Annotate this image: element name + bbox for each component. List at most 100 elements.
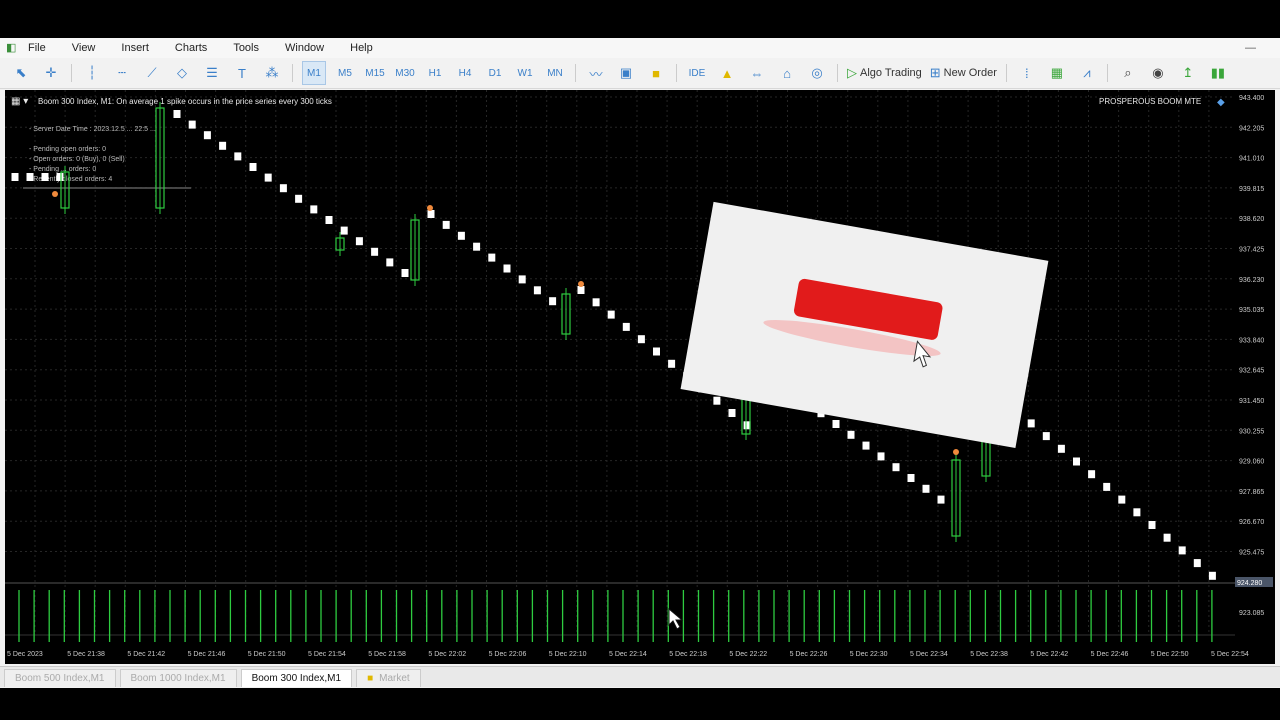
price-chart[interactable]: ▦ ▾ Boom 300 Index, M1: On average 1 spi…	[5, 90, 1275, 664]
price-label: 939.815	[1239, 186, 1264, 193]
horizontal-line-icon[interactable]: ┄	[111, 62, 133, 84]
bear-candle	[249, 163, 257, 171]
timeframe-w1[interactable]: W1	[514, 62, 536, 84]
time-axis: 5 Dec 2023 5 Dec 21:38 5 Dec 21:42 5 Dec 21…	[7, 651, 1249, 658]
vertical-line-icon[interactable]: ┆	[81, 62, 103, 84]
tab-boom-300[interactable]: Boom 300 Index,M1	[240, 669, 353, 687]
menu-insert[interactable]: Insert	[121, 42, 149, 54]
bear-candle	[637, 335, 645, 344]
tab-market[interactable]: ■ Market	[356, 669, 421, 687]
depth-of-market-icon[interactable]: ⁞	[1016, 62, 1038, 84]
price-label: 936.230	[1239, 277, 1264, 284]
menu-help[interactable]: Help	[350, 42, 373, 54]
chart-grid-icon[interactable]: ▦	[1046, 62, 1068, 84]
chart-window[interactable]: ▦ ▾ Boom 300 Index, M1: On average 1 spi…	[5, 90, 1275, 664]
time-label: 5 Dec 22:54	[1211, 651, 1249, 658]
price-label: 935.035	[1239, 307, 1264, 314]
price-label: 943.400	[1239, 95, 1264, 102]
bear-candle	[1133, 508, 1141, 517]
menu-file[interactable]: File	[28, 42, 46, 54]
bear-candle	[386, 258, 394, 267]
price-label: 927.865	[1239, 489, 1264, 496]
volume-axis-label: 923.085	[1239, 610, 1264, 617]
time-label: 5 Dec 21:58	[368, 651, 406, 658]
lock-icon[interactable]: ▲	[716, 62, 738, 84]
timeframe-m1[interactable]: M1	[302, 61, 326, 85]
bear-candle	[907, 474, 915, 482]
chart-tabs: Boom 500 Index,M1 Boom 1000 Index,M1 Boo…	[0, 666, 1280, 687]
timeframe-m5[interactable]: M5	[334, 62, 356, 84]
algo-trading-button[interactable]: ▷ Algo Trading	[847, 62, 922, 84]
tab-market-label: Market	[379, 673, 410, 684]
tab-boom-500[interactable]: Boom 500 Index,M1	[4, 669, 116, 687]
bear-candle	[549, 297, 557, 306]
indicators-icon[interactable]: 〰	[585, 62, 607, 84]
fibonacci-icon[interactable]: ☰	[201, 62, 223, 84]
home-icon[interactable]: ⌂	[776, 62, 798, 84]
bear-candle	[1208, 571, 1216, 580]
bear-candle	[26, 173, 34, 181]
bear-candle	[41, 173, 49, 181]
search-icon[interactable]: ⌕	[1117, 62, 1139, 84]
chart-header-title: Boom 300 Index, M1: On average 1 spike o…	[38, 97, 332, 106]
shapes-icon[interactable]: ⁂	[261, 62, 283, 84]
bear-candle	[355, 237, 363, 246]
time-label: 5 Dec 21:42	[127, 651, 165, 658]
toolbar-separator	[1005, 64, 1007, 82]
timeframe-h1[interactable]: H1	[424, 62, 446, 84]
algo-trading-label: Algo Trading	[860, 67, 922, 79]
time-label: 5 Dec 22:18	[669, 651, 707, 658]
toolbar: ⬉ ✛ ┆ ┄ ⟋ ◇ ☰ T ⁂ M1 M5 M15 M30 H1 H4 D1…	[0, 58, 1280, 89]
time-label: 5 Dec 22:06	[489, 651, 527, 658]
ide-button[interactable]: IDE	[686, 62, 708, 84]
trade-marker	[953, 449, 959, 455]
sync-icon[interactable]: ⇔	[746, 62, 768, 84]
menu-bar: ◧ File View Insert Charts Tools Window H…	[0, 38, 1280, 58]
bear-candle	[473, 242, 481, 251]
upload-icon[interactable]: ↥	[1177, 62, 1199, 84]
bear-candle	[11, 173, 19, 181]
new-order-button[interactable]: ⊞ New Order	[930, 62, 997, 84]
toolbar-separator	[71, 64, 72, 82]
overlay-line: - Server Date Time : 2023.12.5 ... 22:5 …	[29, 126, 156, 133]
text-tool-icon[interactable]: T	[231, 62, 253, 84]
bear-candle	[340, 226, 348, 235]
crosshair-icon[interactable]: ✛	[40, 62, 62, 84]
bear-candle	[295, 194, 303, 203]
timeframe-mn[interactable]: MN	[544, 62, 566, 84]
time-label: 5 Dec 22:10	[549, 651, 587, 658]
channel-icon[interactable]: ◇	[171, 62, 193, 84]
overlay-line: - Pending open orders: 0	[29, 146, 106, 153]
toolbar-separator	[676, 64, 677, 82]
bear-candle	[713, 396, 721, 405]
bear-candle	[937, 495, 945, 504]
cursor-icon[interactable]: ⬉	[10, 62, 32, 84]
bear-candle	[1042, 432, 1050, 441]
bear-candle	[173, 110, 181, 118]
bear-candle	[518, 275, 526, 284]
minimize-icon[interactable]: —	[1245, 42, 1256, 54]
trendline-icon[interactable]: ⟋	[141, 62, 163, 84]
bear-candle	[1073, 457, 1080, 466]
menu-view[interactable]: View	[72, 42, 96, 54]
strategy-tester-icon[interactable]: ■	[645, 62, 667, 84]
timeframe-m15[interactable]: M15	[364, 62, 386, 84]
bear-candle	[279, 184, 287, 193]
time-label: 5 Dec 22:14	[609, 651, 647, 658]
timeframe-h4[interactable]: H4	[454, 62, 476, 84]
templates-icon[interactable]: ▣	[615, 62, 637, 84]
price-label: 937.425	[1239, 247, 1264, 254]
signals-icon[interactable]: ⩘	[1076, 62, 1098, 84]
timeframe-m30[interactable]: M30	[394, 62, 416, 84]
menu-charts[interactable]: Charts	[175, 42, 207, 54]
toolbar-separator	[837, 64, 838, 82]
globe-icon[interactable]: ◎	[806, 62, 828, 84]
bear-candle	[1163, 533, 1171, 542]
bear-candle	[1057, 444, 1065, 453]
account-icon[interactable]: ◉	[1147, 62, 1169, 84]
menu-tools[interactable]: Tools	[233, 42, 259, 54]
menu-window[interactable]: Window	[285, 42, 324, 54]
tab-boom-1000[interactable]: Boom 1000 Index,M1	[119, 669, 237, 687]
bear-candle	[488, 253, 496, 262]
timeframe-d1[interactable]: D1	[484, 62, 506, 84]
